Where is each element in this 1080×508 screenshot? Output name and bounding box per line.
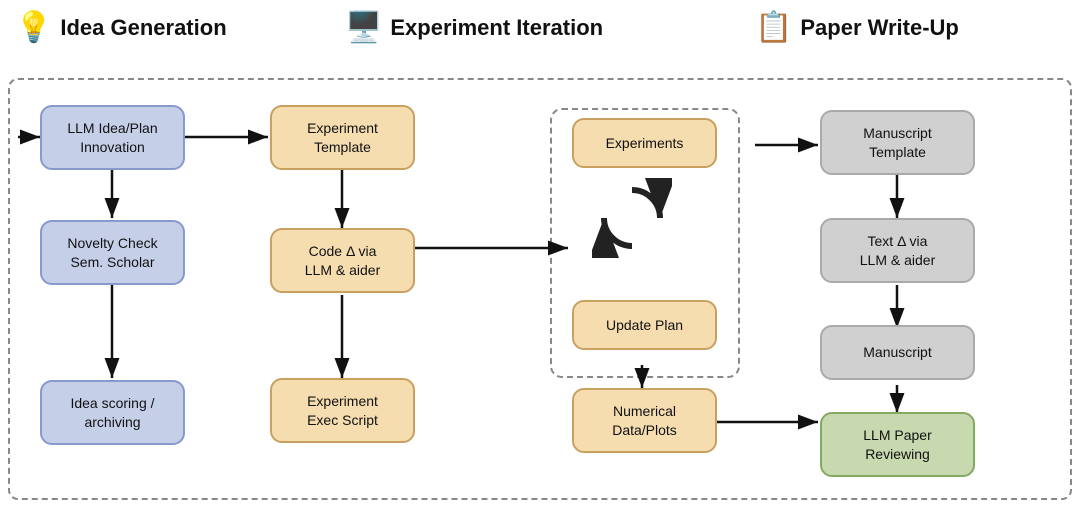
novelty-check-label: Novelty CheckSem. Scholar xyxy=(67,234,157,270)
section-paper-writeup: 📋 Paper Write-Up xyxy=(755,10,959,45)
exp-template-label: ExperimentTemplate xyxy=(307,119,378,155)
idea-scoring-label: Idea scoring /archiving xyxy=(70,394,154,430)
section-experiment-iteration: 🖥️ Experiment Iteration xyxy=(345,10,603,45)
idea-icon: 💡 xyxy=(15,10,52,45)
exp-exec-label: ExperimentExec Script xyxy=(307,392,378,428)
node-exp-template: ExperimentTemplate xyxy=(270,105,415,170)
node-llm-paper: LLM PaperReviewing xyxy=(820,412,975,477)
manuscript-template-label: ManuscriptTemplate xyxy=(863,124,931,160)
update-plan-label: Update Plan xyxy=(606,316,683,334)
section-idea-generation: 💡 Idea Generation xyxy=(15,10,227,45)
node-code-delta: Code Δ viaLLM & aider xyxy=(270,228,415,293)
experiment-icon: 🖥️ xyxy=(345,10,382,45)
node-experiments: Experiments xyxy=(572,118,717,168)
node-idea-scoring: Idea scoring /archiving xyxy=(40,380,185,445)
node-exp-exec: ExperimentExec Script xyxy=(270,378,415,443)
llm-paper-label: LLM PaperReviewing xyxy=(863,426,931,462)
manuscript-label: Manuscript xyxy=(863,343,931,361)
circular-arrow-icon xyxy=(592,178,672,258)
text-delta-label: Text Δ viaLLM & aider xyxy=(860,232,935,268)
paper-icon: 📋 xyxy=(755,10,792,45)
experiments-label: Experiments xyxy=(606,134,684,152)
node-manuscript: Manuscript xyxy=(820,325,975,380)
idea-generation-label: Idea Generation xyxy=(60,15,226,41)
node-update-plan: Update Plan xyxy=(572,300,717,350)
node-text-delta: Text Δ viaLLM & aider xyxy=(820,218,975,283)
code-delta-label: Code Δ viaLLM & aider xyxy=(305,242,380,278)
llm-idea-label: LLM Idea/Plan Innovation xyxy=(54,119,171,155)
node-llm-idea: LLM Idea/Plan Innovation xyxy=(40,105,185,170)
node-numerical-data: NumericalData/Plots xyxy=(572,388,717,453)
paper-writeup-label: Paper Write-Up xyxy=(800,15,959,41)
main-container: 💡 Idea Generation 🖥️ Experiment Iteratio… xyxy=(0,0,1080,508)
experiment-iteration-label: Experiment Iteration xyxy=(390,15,603,41)
numerical-data-label: NumericalData/Plots xyxy=(612,402,677,438)
node-manuscript-template: ManuscriptTemplate xyxy=(820,110,975,175)
node-novelty-check: Novelty CheckSem. Scholar xyxy=(40,220,185,285)
